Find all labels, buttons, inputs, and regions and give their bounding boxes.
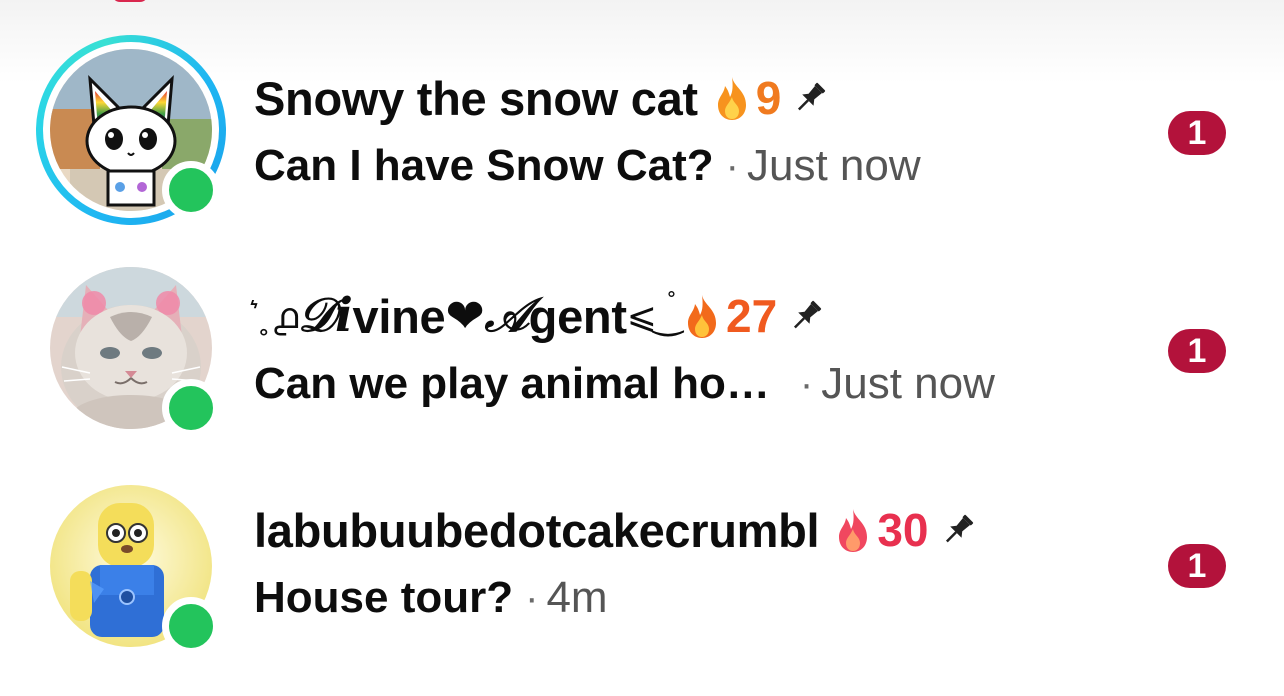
avatar-container[interactable] [36,471,226,661]
separator-dot: · [725,143,739,188]
avatar-container[interactable] [36,253,226,443]
chat-name-decor-right: ⩽ ͜ [626,295,668,337]
chat-name-part-divine-rest: vine [352,289,446,343]
chat-name-line: labubuubedotcakecrumbl 30 [254,502,977,558]
chat-name-part-divine-initial: 𝒟i [297,288,353,343]
chat-row-labubu[interactable]: labubuubedotcakecrumbl 30 House tour? · … [0,464,1284,664]
chat-message-line: Can I have Snow Cat? · Just now [254,138,921,194]
avatar-container[interactable] [36,35,226,225]
last-message: Can we play animal ho… [254,359,770,408]
chat-message-line: Can we play animal ho… · Just now [254,356,995,412]
online-status-dot [162,379,220,437]
pin-icon [945,514,973,543]
message-time: Just now [821,359,995,408]
chat-name-part-agent-rest: gent [528,289,627,343]
pin-icon [794,300,822,329]
streak-count: 9 [755,72,782,124]
streak-count: 27 [726,290,778,342]
unread-badge: 1 [1168,544,1226,588]
chat-message-line: House tour? · 4m [254,570,608,626]
unread-badge: 1 [1168,111,1226,155]
streak-count: 30 [877,504,929,556]
chat-name-part-agent-initial: 𝒜 [484,288,529,343]
chat-name-line: ͛ ̥ ൧ 𝒟i vine ❤ 𝒜 gent ⩽ ͜ ˚ 27 [254,288,825,344]
fire-icon [688,295,717,338]
separator-dot: · [525,575,539,620]
online-status-dot [162,597,220,655]
last-message: House tour? [254,573,514,622]
last-message: Can I have Snow Cat? [254,141,714,190]
heart-glyph: ❤ [445,288,485,344]
message-time: Just now [746,141,921,190]
chat-name-decor-ring: ˚ [667,288,677,318]
separator-dot: · [799,361,814,406]
message-time: 4m [546,573,608,622]
unread-badge: 1 [1168,329,1226,373]
fire-icon [717,77,746,120]
chat-name: labubuubedotcakecrumbl [254,503,820,557]
online-status-dot [162,161,220,219]
chat-name-decor-left: ͛ ̥ ൧ [254,294,298,336]
chat-row-snowy[interactable]: Snowy the snow cat 9 Can I have Snow Cat… [0,28,1284,228]
pin-icon [798,82,826,111]
fire-icon [839,509,868,552]
chat-name: Snowy the snow cat [254,71,698,125]
chat-row-divine-agent[interactable]: ͛ ̥ ൧ 𝒟i vine ❤ 𝒜 gent ⩽ ͜ ˚ 27 Can we p… [0,246,1284,446]
chat-list: Snowy the snow cat 9 Can I have Snow Cat… [0,0,1284,696]
chat-name-line: Snowy the snow cat 9 [254,70,829,126]
